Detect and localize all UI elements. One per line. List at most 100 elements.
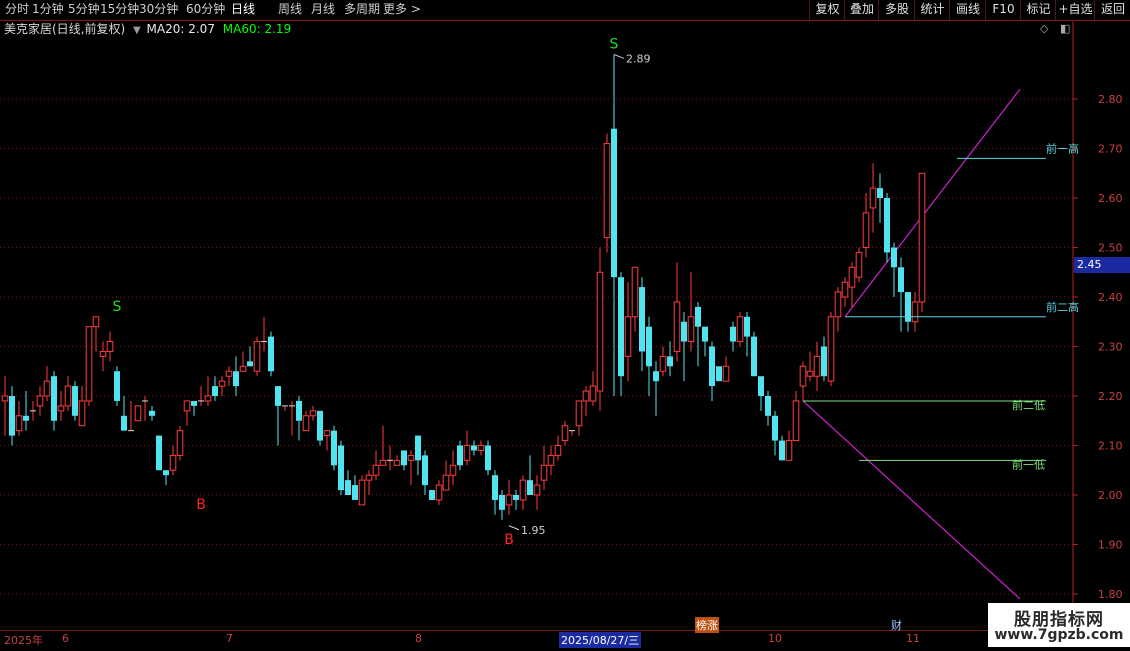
event-tag[interactable]: 榜涨 bbox=[695, 617, 719, 633]
candle-body-down bbox=[639, 287, 645, 352]
candle-body-up bbox=[442, 474, 450, 491]
candle-body-up bbox=[624, 316, 632, 357]
candle-body-up bbox=[827, 316, 835, 382]
candle-body-up bbox=[1, 395, 9, 402]
candle-body-down bbox=[758, 376, 764, 396]
candle-body-up bbox=[309, 410, 317, 417]
candle-body-down bbox=[156, 435, 162, 471]
candle-body-down bbox=[492, 475, 498, 500]
candle-body-up bbox=[848, 266, 856, 288]
y-tick-label: 2.30 bbox=[1098, 341, 1123, 354]
period-tab-9[interactable]: 多周期 bbox=[344, 0, 380, 20]
candle-body-up bbox=[407, 454, 415, 461]
candle-body-down bbox=[611, 128, 617, 278]
candle-body-up bbox=[435, 484, 443, 501]
cursor-date-label: 2025/08/27/三 bbox=[559, 632, 642, 648]
period-tab-6[interactable]: 日线 bbox=[231, 0, 255, 20]
diamond-icon[interactable]: ◇ bbox=[1040, 22, 1048, 35]
date-label: 6 bbox=[62, 632, 69, 645]
candle-body-down bbox=[268, 336, 274, 372]
candle-body-up bbox=[36, 395, 44, 407]
candle-body-up bbox=[533, 484, 541, 496]
candle-body-up bbox=[673, 301, 681, 352]
trend-line bbox=[844, 88, 1021, 318]
toolbar-action-4[interactable]: 画线 bbox=[949, 0, 986, 20]
candle-body-up bbox=[554, 445, 562, 456]
candle-body-down bbox=[163, 470, 169, 476]
period-tab-0[interactable]: 分时 bbox=[5, 0, 29, 20]
candle-body-down bbox=[821, 346, 827, 377]
candle-body-up bbox=[575, 400, 583, 427]
toolbar-action-1[interactable]: 叠加 bbox=[844, 0, 879, 20]
y-tick-label: 2.80 bbox=[1098, 93, 1123, 106]
candle-body-down bbox=[513, 495, 519, 500]
candle-body-down bbox=[191, 400, 197, 406]
candle-body-up bbox=[92, 316, 100, 328]
period-tab-5[interactable]: 60分钟 bbox=[186, 0, 225, 20]
candle-body-down bbox=[730, 326, 736, 342]
toolbar-action-3[interactable]: 统计 bbox=[914, 0, 950, 20]
period-tab-2[interactable]: 5分钟 bbox=[68, 0, 100, 20]
candle-body-down bbox=[51, 376, 57, 421]
candle-body-down bbox=[247, 361, 253, 367]
annotation-value: 1.95 bbox=[521, 524, 546, 537]
sell-signal: S bbox=[610, 36, 619, 52]
candle-body-down bbox=[72, 386, 78, 416]
ma20-label: MA20: 2.07 bbox=[146, 22, 215, 36]
expand-icon[interactable]: ◧ bbox=[1060, 22, 1070, 35]
y-tick-label: 2.10 bbox=[1098, 440, 1123, 453]
candle-body-down bbox=[352, 485, 358, 500]
candle-body-up bbox=[15, 415, 23, 432]
candle-body-up bbox=[57, 405, 65, 412]
candle-body-up bbox=[358, 479, 366, 506]
candle-body-down bbox=[317, 410, 323, 441]
candle-body-down bbox=[716, 366, 722, 382]
date-label: 2025年 bbox=[4, 634, 43, 647]
candle-body-down bbox=[695, 306, 701, 327]
period-tab-8[interactable]: 月线 bbox=[311, 0, 335, 20]
candle-body-down bbox=[457, 445, 463, 466]
toolbar-action-0[interactable]: 复权 bbox=[809, 0, 845, 20]
candle-body-up bbox=[869, 187, 877, 209]
toolbar-action-8[interactable]: 返回 bbox=[1094, 0, 1130, 20]
candle-body-up bbox=[596, 271, 604, 392]
candle-body-up bbox=[43, 380, 51, 397]
candle-body-down bbox=[401, 450, 407, 466]
toolbar-action-5[interactable]: F10 bbox=[985, 0, 1021, 20]
candle-body-up bbox=[736, 316, 744, 343]
ma-toggle-icon[interactable]: ▼ bbox=[129, 25, 143, 36]
sell-signal: S bbox=[113, 299, 122, 315]
toolbar-action-2[interactable]: 多股 bbox=[878, 0, 915, 20]
candle-body-up bbox=[302, 415, 310, 432]
candle-body-down bbox=[23, 415, 29, 421]
y-tick-label: 1.90 bbox=[1098, 539, 1123, 552]
ma60-label: MA60: 2.19 bbox=[222, 22, 292, 36]
annotation-value: 2.89 bbox=[626, 52, 651, 65]
toolbar-action-6[interactable]: 标记 bbox=[1020, 0, 1056, 20]
y-tick-label: 2.00 bbox=[1098, 489, 1123, 502]
y-tick-label: 2.50 bbox=[1098, 242, 1123, 255]
candle-body-down bbox=[296, 400, 302, 421]
period-tab-4[interactable]: 30分钟 bbox=[139, 0, 178, 20]
period-tab-10[interactable]: 更多 > bbox=[383, 0, 421, 20]
candle-body-up bbox=[64, 385, 72, 407]
candle-body-down bbox=[471, 445, 477, 451]
candle-body-down bbox=[9, 396, 15, 436]
period-tab-7[interactable]: 周线 bbox=[278, 0, 302, 20]
candle-body-down bbox=[653, 371, 659, 382]
toolbar-action-7[interactable]: +自选 bbox=[1055, 0, 1095, 20]
candle-body-up bbox=[855, 251, 863, 278]
candle-body-up bbox=[799, 365, 807, 387]
candle-body-up bbox=[659, 355, 667, 372]
candle-body-up bbox=[918, 172, 926, 303]
period-tab-3[interactable]: 15分钟 bbox=[100, 0, 139, 20]
stock-title: 美克家居(日线,前复权) bbox=[4, 22, 126, 36]
candle-body-down bbox=[681, 321, 687, 342]
date-label: 10 bbox=[768, 632, 782, 645]
candle-body-up bbox=[169, 454, 177, 471]
candle-body-down bbox=[779, 440, 785, 461]
period-tab-1[interactable]: 1分钟 bbox=[32, 0, 64, 20]
event-tag[interactable]: 财 bbox=[891, 617, 902, 633]
candle-body-up bbox=[547, 454, 555, 466]
candle-body-down bbox=[121, 415, 127, 431]
